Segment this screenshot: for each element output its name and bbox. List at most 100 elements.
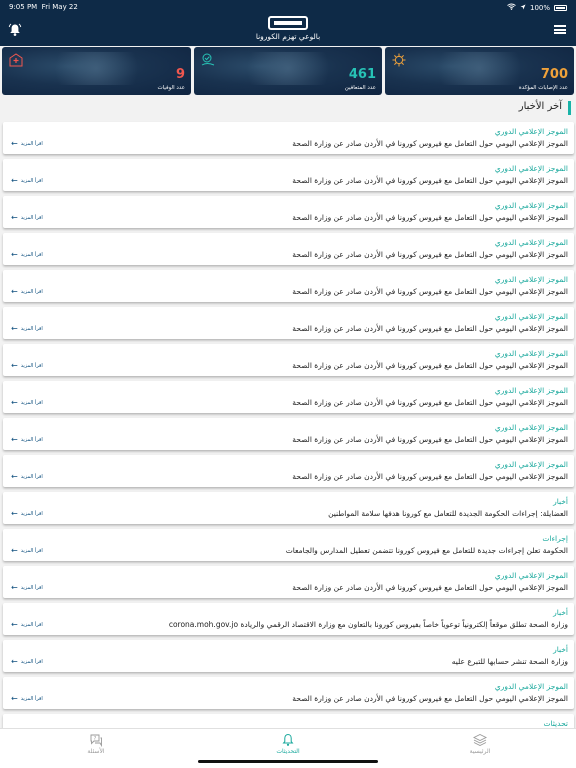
- news-category: تحديثات: [543, 719, 568, 728]
- stat-card-confirmed[interactable]: 700 عدد الإصابات المؤكدة: [385, 47, 574, 95]
- arrow-left-icon: ←: [11, 620, 18, 629]
- stats-panel: 9 عدد الوفيات 461 عدد المتعافين 700 عدد …: [0, 46, 576, 96]
- read-more-link[interactable]: اقرأ المزيد ←: [11, 324, 43, 333]
- read-more-label: اقرأ المزيد: [20, 436, 43, 443]
- news-category: إجراءات: [542, 534, 568, 543]
- news-category: الموجز الإعلامي الدوري: [494, 275, 568, 284]
- read-more-link[interactable]: اقرأ المزيد ←: [11, 139, 43, 148]
- news-item[interactable]: الموجز الإعلامي الدوري الموجز الإعلامي ا…: [3, 233, 574, 265]
- read-more-link[interactable]: اقرأ المزيد ←: [11, 546, 43, 555]
- news-list[interactable]: الموجز الإعلامي الدوري الموجز الإعلامي ا…: [0, 120, 576, 728]
- news-item[interactable]: الموجز الإعلامي الدوري الموجز الإعلامي ا…: [3, 418, 574, 450]
- news-description: الموجز الإعلامي اليومي حول التعامل مع في…: [292, 361, 568, 370]
- news-description: الموجز الإعلامي اليومي حول التعامل مع في…: [292, 435, 568, 444]
- news-description: الموجز الإعلامي اليومي حول التعامل مع في…: [292, 213, 568, 222]
- news-item[interactable]: الموجز الإعلامي الدوري الموجز الإعلامي ا…: [3, 344, 574, 376]
- news-item[interactable]: أخبار وزارة الصحة تنشر حسابها للتبرع علي…: [3, 640, 574, 672]
- news-item[interactable]: أخبار العضايلة: إجراءات الحكومة الجديدة …: [3, 492, 574, 524]
- read-more-link[interactable]: اقرأ المزيد ←: [11, 287, 43, 296]
- news-description: الحكومة تعلن إجراءات جديدة للتعامل مع في…: [285, 546, 568, 555]
- location-icon: [520, 4, 526, 12]
- read-more-label: اقرأ المزيد: [20, 362, 43, 369]
- stat-number-confirmed: 700: [540, 67, 568, 82]
- tab-updates[interactable]: التحديثات: [258, 732, 318, 760]
- read-more-link[interactable]: اقرأ المزيد ←: [11, 250, 43, 259]
- news-item[interactable]: أخبار وزارة الصحة تطلق موقعاً إلكترونياً…: [3, 603, 574, 635]
- read-more-label: اقرأ المزيد: [20, 658, 43, 665]
- status-date: Fri May 22: [41, 3, 78, 11]
- stat-label-deaths: عدد الوفيات: [157, 85, 185, 91]
- news-item[interactable]: الموجز الإعلامي الدوري الموجز الإعلامي ا…: [3, 455, 574, 487]
- tab-questions[interactable]: ? الأسئلة: [66, 732, 126, 760]
- stat-card-recovered[interactable]: 461 عدد المتعافين: [194, 47, 382, 95]
- arrow-left-icon: ←: [11, 324, 18, 333]
- stat-card-deaths[interactable]: 9 عدد الوفيات: [2, 47, 191, 95]
- status-clock: 9:05 PM: [9, 3, 38, 11]
- arrow-left-icon: ←: [11, 472, 18, 481]
- news-item[interactable]: الموجز الإعلامي الدوري الموجز الإعلامي ا…: [3, 122, 574, 154]
- read-more-link[interactable]: اقرأ المزيد ←: [11, 361, 43, 370]
- read-more-label: اقرأ المزيد: [20, 214, 43, 221]
- news-description: الموجز الإعلامي اليومي حول التعامل مع في…: [292, 472, 568, 481]
- news-category: الموجز الإعلامي الدوري: [494, 238, 568, 247]
- app-header: 9:05 PM Fri May 22 100% بالوعي تهزم الكو…: [0, 0, 576, 46]
- read-more-label: اقرأ المزيد: [20, 251, 43, 258]
- read-more-link[interactable]: اقرأ المزيد ←: [11, 694, 43, 703]
- news-item[interactable]: الموجز الإعلامي الدوري الموجز الإعلامي ا…: [3, 381, 574, 413]
- status-indicators: 100%: [507, 3, 567, 12]
- news-item[interactable]: تحديثات: [3, 714, 574, 728]
- notification-bell-icon[interactable]: [8, 22, 22, 36]
- tab-label-questions: الأسئلة: [87, 748, 105, 755]
- status-bar: 9:05 PM Fri May 22 100%: [0, 0, 576, 14]
- arrow-left-icon: ←: [11, 139, 18, 148]
- read-more-link[interactable]: اقرأ المزيد ←: [11, 435, 43, 444]
- tab-label-updates: التحديثات: [276, 748, 300, 755]
- news-category: الموجز الإعلامي الدوري: [494, 386, 568, 395]
- news-description: الموجز الإعلامي اليومي حول التعامل مع في…: [292, 583, 568, 592]
- bell-icon: [281, 732, 295, 746]
- arrow-left-icon: ←: [11, 435, 18, 444]
- news-description: الموجز الإعلامي اليومي حول التعامل مع في…: [292, 694, 568, 703]
- news-description: الموجز الإعلامي اليومي حول التعامل مع في…: [292, 324, 568, 333]
- stat-number-recovered: 461: [348, 67, 376, 82]
- read-more-label: اقرأ المزيد: [20, 695, 43, 702]
- news-category: الموجز الإعلامي الدوري: [494, 571, 568, 580]
- read-more-link[interactable]: اقرأ المزيد ←: [11, 176, 43, 185]
- read-more-link[interactable]: اقرأ المزيد ←: [11, 398, 43, 407]
- news-item[interactable]: الموجز الإعلامي الدوري الموجز الإعلامي ا…: [3, 566, 574, 598]
- virus-icon: [391, 52, 407, 68]
- read-more-link[interactable]: اقرأ المزيد ←: [11, 472, 43, 481]
- arrow-left-icon: ←: [11, 176, 18, 185]
- read-more-link[interactable]: اقرأ المزيد ←: [11, 583, 43, 592]
- tab-home[interactable]: الرئيسية: [450, 732, 510, 760]
- menu-icon[interactable]: [554, 25, 566, 34]
- news-category: الموجز الإعلامي الدوري: [494, 460, 568, 469]
- arrow-left-icon: ←: [11, 694, 18, 703]
- news-category: أخبار: [553, 497, 568, 506]
- news-item[interactable]: الموجز الإعلامي الدوري الموجز الإعلامي ا…: [3, 270, 574, 302]
- news-description: وزارة الصحة تطلق موقعاً إلكترونياً توعوي…: [168, 620, 568, 629]
- news-item[interactable]: الموجز الإعلامي الدوري الموجز الإعلامي ا…: [3, 677, 574, 709]
- read-more-label: اقرأ المزيد: [20, 473, 43, 480]
- app-logo: [268, 16, 308, 30]
- arrow-left-icon: ←: [11, 546, 18, 555]
- read-more-label: اقرأ المزيد: [20, 584, 43, 591]
- news-item[interactable]: الموجز الإعلامي الدوري الموجز الإعلامي ا…: [3, 159, 574, 191]
- read-more-label: اقرأ المزيد: [20, 399, 43, 406]
- questions-icon: ?: [89, 732, 103, 748]
- read-more-link[interactable]: اقرأ المزيد ←: [11, 213, 43, 222]
- news-item[interactable]: إجراءات الحكومة تعلن إجراءات جديدة للتعا…: [3, 529, 574, 561]
- read-more-link[interactable]: اقرأ المزيد ←: [11, 620, 43, 629]
- app-tagline: بالوعي تهزم الكورونا: [255, 32, 321, 41]
- news-description: الموجز الإعلامي اليومي حول التعامل مع في…: [292, 139, 568, 148]
- news-item[interactable]: الموجز الإعلامي الدوري الموجز الإعلامي ا…: [3, 307, 574, 339]
- stat-number-deaths: 9: [175, 67, 185, 82]
- news-category: أخبار: [553, 645, 568, 654]
- battery-percent: 100%: [529, 3, 550, 12]
- layers-icon: [472, 732, 488, 747]
- read-more-link[interactable]: اقرأ المزيد ←: [11, 657, 43, 666]
- news-item[interactable]: الموجز الإعلامي الدوري الموجز الإعلامي ا…: [3, 196, 574, 228]
- read-more-link[interactable]: اقرأ المزيد ←: [11, 509, 43, 518]
- read-more-label: اقرأ المزيد: [20, 510, 43, 517]
- tab-label-home: الرئيسية: [469, 748, 491, 755]
